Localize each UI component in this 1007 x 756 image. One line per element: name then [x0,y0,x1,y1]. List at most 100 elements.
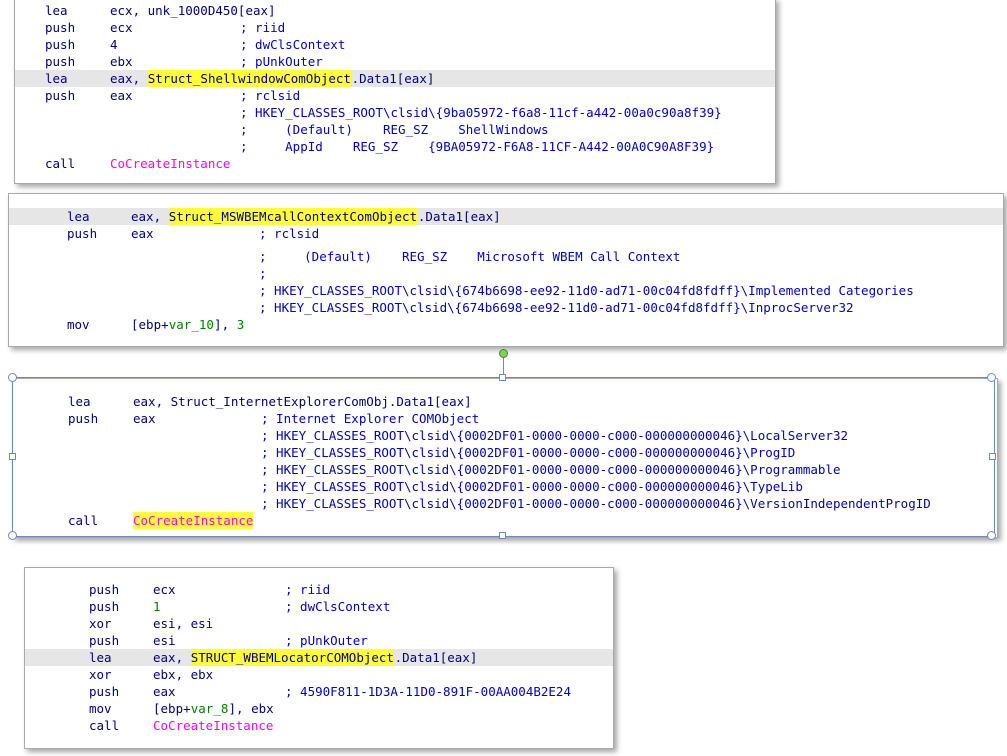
instruction-mnemonic: lea [68,394,91,409]
stack-variable: var_8 [190,701,229,716]
instruction-mnemonic: push [67,226,98,241]
code-line: call CoCreateInstance [25,717,613,734]
code-line: ; HKEY_CLASSES_ROOT\clsid\{0002DF01-0000… [13,495,997,512]
code-line: ; HKEY_CLASSES_ROOT\clsid\{0002DF01-0000… [13,427,997,444]
instruction-mnemonic: push [45,88,76,103]
code-comment: ; AppId REG_SZ {9BA05972-F6A8-11CF-A442-… [240,139,715,154]
code-line: mov [ebp+ var_10], 3 [9,316,1003,333]
code-line: ; (Default) REG_SZ Microsoft WBEM Call C… [9,248,1003,265]
code-line: push eax ; rclsid [9,225,1003,242]
instruction-mnemonic: lea [45,3,68,18]
instruction-mnemonic: call [89,718,120,733]
code-comment: ; (Default) REG_SZ Microsoft WBEM Call C… [259,249,681,264]
code-comment: ; HKEY_CLASSES_ROOT\clsid\{0002DF01-0000… [261,445,796,460]
code-comment: ; HKEY_CLASSES_ROOT\clsid\{0002DF01-0000… [261,428,848,443]
code-line: push eax ; 4590F811-1D3A-11D0-891F-00AA004… [25,683,613,700]
resize-handle-bottom[interactable] [499,532,506,539]
instruction-operand: eax [110,88,133,103]
code-comment: ; HKEY_CLASSES_ROOT\clsid\{0002DF01-0000… [261,496,931,511]
instruction-mnemonic: call [68,513,99,528]
code-line: push eax ; rclsid [15,87,775,104]
code-line: push ebx ; pUnkOuter [15,53,775,70]
code-line: mov [ebp+ var_8], ebx [25,700,613,717]
code-comment: ; riid [285,582,331,597]
resize-handle-top[interactable] [499,374,506,381]
code-line: push eax ; Internet Explorer COMObject [13,410,997,427]
instruction-operand: .Data1[eax] [394,650,478,665]
instruction-operand: eax, Struct_InternetExplorerComObj.Data1… [133,394,472,409]
code-line: ; HKEY_CLASSES_ROOT\clsid\{9ba05972-f6a8… [15,104,775,121]
code-line: ; HKEY_CLASSES_ROOT\clsid\{0002DF01-0000… [13,478,997,495]
code-line: ; AppId REG_SZ {9BA05972-F6A8-11CF-A442-… [15,138,775,155]
instruction-mnemonic: lea [89,650,112,665]
instruction-mnemonic: mov [89,701,112,716]
code-line: ; HKEY_CLASSES_ROOT\clsid\{0002DF01-0000… [13,444,997,461]
code-comment: ; riid [240,20,286,35]
code-line: lea eax, STRUCT_WBEMLocatorCOMObject .Data… [25,649,613,666]
code-line: ; HKEY_CLASSES_ROOT\clsid\{674b6698-ee92… [9,282,1003,299]
instruction-mnemonic: lea [45,71,68,86]
instruction-operand: esi [153,633,176,648]
code-comment: ; [259,266,267,281]
code-comment: ; HKEY_CLASSES_ROOT\clsid\{0002DF01-0000… [261,479,803,494]
code-line: ; (Default) REG_SZ ShellWindows [15,121,775,138]
instruction-operand: eax, [131,209,169,224]
code-comment: ; HKEY_CLASSES_ROOT\clsid\{674b6698-ee92… [259,283,914,298]
code-comment: ; dwClsContext [285,599,391,614]
code-panel-shellwindows: lea ecx, unk_1000D450[eax] push ecx; riid pu… [14,0,776,184]
code-line: call CoCreateInstance [15,155,775,172]
instruction-operand: ecx [110,20,133,35]
instruction-mnemonic: lea [67,209,90,224]
function-call-target: CoCreateInstance [133,512,254,529]
instruction-mnemonic: push [45,54,76,69]
code-line: lea eax, Struct_ShellwindowComObject .Data… [15,70,775,87]
resize-handle-top-right[interactable] [987,373,996,382]
function-call-target: CoCreateInstance [110,156,231,171]
code-line: ; [9,265,1003,282]
struct-symbol: Struct_MSWBEMcallContextComObject [168,208,418,225]
instruction-mnemonic: push [45,20,76,35]
code-line: lea ecx, unk_1000D450[eax] [15,2,775,19]
code-line: xor esi, esi [25,615,613,632]
instruction-operand: ], [214,317,237,332]
instruction-operand: eax [131,226,154,241]
resize-handle-bottom-left[interactable] [8,531,17,540]
resize-handle-bottom-right[interactable] [987,531,996,540]
stack-variable: var_10 [168,317,214,332]
code-comment: ; (Default) REG_SZ ShellWindows [240,122,549,137]
instruction-operand: eax, [153,650,191,665]
instruction-mnemonic: push [89,582,120,597]
function-call-target: CoCreateInstance [153,718,274,733]
instruction-operand: eax, [110,71,148,86]
instruction-operand: 4 [110,37,118,52]
struct-symbol: STRUCT_WBEMLocatorCOMObject [190,649,394,666]
instruction-operand: eax [153,684,176,699]
instruction-mnemonic: push [89,633,120,648]
instruction-mnemonic: mov [67,317,90,332]
code-comment: ; HKEY_CLASSES_ROOT\clsid\{674b6698-ee92… [259,300,854,315]
resize-handle-top-left[interactable] [8,373,17,382]
code-line: lea eax, Struct_InternetExplorerComObj.Da… [13,393,997,410]
resize-handle-right[interactable] [989,453,996,460]
code-comment: ; Internet Explorer COMObject [261,411,480,426]
instruction-operand: eax [133,411,156,426]
code-comment: ; 4590F811-1D3A-11D0-891F-00AA004B2E24 [285,684,571,699]
code-line: ; HKEY_CLASSES_ROOT\clsid\{674b6698-ee92… [9,299,1003,316]
rotate-handle[interactable] [499,349,508,358]
code-line: push esi ; pUnkOuter [25,632,613,649]
code-comment: ; HKEY_CLASSES_ROOT\clsid\{9ba05972-f6a8… [240,105,722,120]
immediate-value: 1 [153,599,161,614]
instruction-mnemonic: push [89,684,120,699]
code-line: ; HKEY_CLASSES_ROOT\clsid\{0002DF01-0000… [13,461,997,478]
code-line: push 4 ; dwClsContext [15,36,775,53]
instruction-operand: [ebp+ [131,317,169,332]
code-panel-internet-explorer[interactable]: lea eax, Struct_InternetExplorerComObj.Da… [12,378,998,538]
instruction-mnemonic: push [45,37,76,52]
code-line: lea eax, Struct_MSWBEMcallContextComObjec… [9,208,1003,225]
code-line: xor ebx, ebx [25,666,613,683]
instruction-operand: [ebp+ [153,701,191,716]
code-comment: ; dwClsContext [240,37,346,52]
resize-handle-left[interactable] [9,453,16,460]
code-panel-wbem-locator: push ecx ; riid push 1 ; dwClsContext xor esi, … [24,567,614,749]
instruction-mnemonic: call [45,156,76,171]
